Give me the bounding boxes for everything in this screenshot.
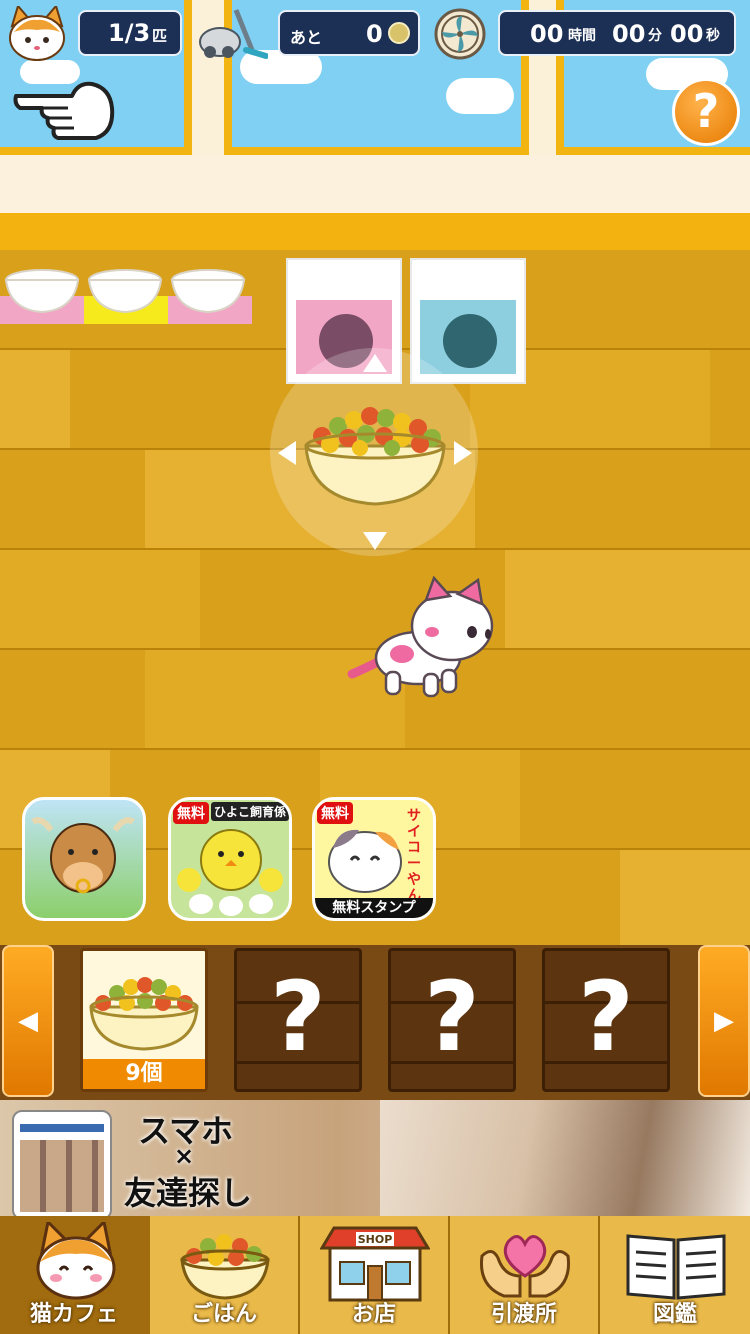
- timer-seconds: 00: [670, 20, 704, 48]
- timer-minutes-unit: 分: [648, 28, 662, 44]
- cat-count-display: 1/3 匹: [78, 10, 182, 56]
- nav-shop[interactable]: SHOP お店: [300, 1216, 450, 1334]
- cow-icon: [31, 817, 135, 894]
- ad-banner[interactable]: スマホ × 友達探し: [0, 1100, 750, 1216]
- cat-face-icon: [36, 1222, 116, 1300]
- promo-cat-stamp-app[interactable]: 無料 サイコーやん 無料スタンプ: [312, 797, 436, 921]
- tray-slot-locked[interactable]: ?: [388, 948, 516, 1092]
- heart-hands-icon: [479, 1235, 571, 1298]
- coin-value: 0: [366, 20, 383, 48]
- nav-handover[interactable]: 引渡所: [450, 1216, 600, 1334]
- cat-count-icon: [9, 6, 65, 61]
- tray-slot-food[interactable]: 9個: [80, 948, 208, 1092]
- window-sill: [0, 155, 750, 213]
- timer-seconds-unit: 秒: [706, 28, 720, 44]
- move-down-arrow-icon: [363, 532, 387, 550]
- timer-hours-unit: 時間: [568, 28, 596, 44]
- cat-stamp-app-title: サイコーやん: [407, 808, 421, 904]
- wall-trim: [0, 213, 750, 250]
- book-icon: [626, 1234, 726, 1300]
- timer-display: 00 時間 00 分 00 秒: [498, 10, 736, 56]
- promo-cow-farm-app[interactable]: [22, 797, 146, 921]
- nav-label: 引渡所: [490, 1302, 557, 1327]
- nav-label: 猫カフェ: [29, 1302, 118, 1327]
- nav-cat-cafe[interactable]: 猫カフェ: [0, 1216, 150, 1334]
- chick-app-title: ひよこ飼育係: [211, 802, 289, 821]
- tray-slot-locked[interactable]: ?: [542, 948, 670, 1092]
- timer-minutes: 00: [612, 20, 646, 48]
- cat-stamp-app-footer: 無料スタンプ: [315, 898, 433, 918]
- pointing-hand-icon[interactable]: [12, 74, 118, 146]
- move-left-arrow-icon: [278, 441, 296, 465]
- free-tag: 無料: [173, 802, 209, 824]
- nav-encyclopedia[interactable]: 図鑑: [600, 1216, 750, 1334]
- shop-icon: SHOP: [320, 1226, 430, 1302]
- vacuum-cleaner-icon[interactable]: [196, 6, 268, 62]
- tray-slot-locked[interactable]: ?: [234, 948, 362, 1092]
- nav-label: ごはん: [190, 1302, 257, 1327]
- nav-label: 図鑑: [652, 1302, 697, 1327]
- ad-phone-image: [12, 1110, 112, 1216]
- cat-count-unit: 匹: [152, 27, 168, 45]
- food-bowl-icon: [180, 1234, 270, 1300]
- promo-chick-app[interactable]: 無料 ひよこ飼育係: [168, 797, 292, 921]
- food-bowl-icon: [89, 977, 199, 1051]
- coin-icon: [388, 22, 410, 44]
- move-up-arrow-icon: [363, 354, 387, 372]
- food-count: 9個: [83, 1059, 205, 1089]
- cat-count-value: 1/3: [108, 19, 151, 47]
- nav-label: お店: [351, 1302, 396, 1327]
- cloud: [446, 78, 514, 114]
- placed-food-bowl[interactable]: [270, 348, 480, 558]
- ad-headline-2: ×: [174, 1142, 195, 1170]
- tray-scroll-left-button[interactable]: ◀: [2, 945, 54, 1097]
- free-tag: 無料: [317, 802, 353, 824]
- shop-sign: SHOP: [358, 1233, 393, 1246]
- locked-question-mark: ?: [270, 961, 326, 1073]
- locked-question-mark: ?: [424, 961, 480, 1073]
- move-right-arrow-icon: [454, 441, 472, 465]
- ad-photo: [380, 1100, 750, 1216]
- tray-scroll-right-button[interactable]: ▶: [698, 945, 750, 1097]
- water-bowls[interactable]: [0, 262, 252, 320]
- help-button[interactable]: ?: [672, 78, 740, 146]
- remaining-label: あと: [290, 28, 323, 47]
- fan-icon[interactable]: [432, 6, 488, 62]
- cafe-cat[interactable]: [346, 576, 502, 702]
- timer-hours: 00: [530, 20, 564, 48]
- nav-food[interactable]: ごはん: [150, 1216, 300, 1334]
- coin-display: あと 0: [278, 10, 420, 56]
- ad-headline-3: 友達探し: [124, 1174, 253, 1212]
- locked-question-mark: ?: [578, 961, 634, 1073]
